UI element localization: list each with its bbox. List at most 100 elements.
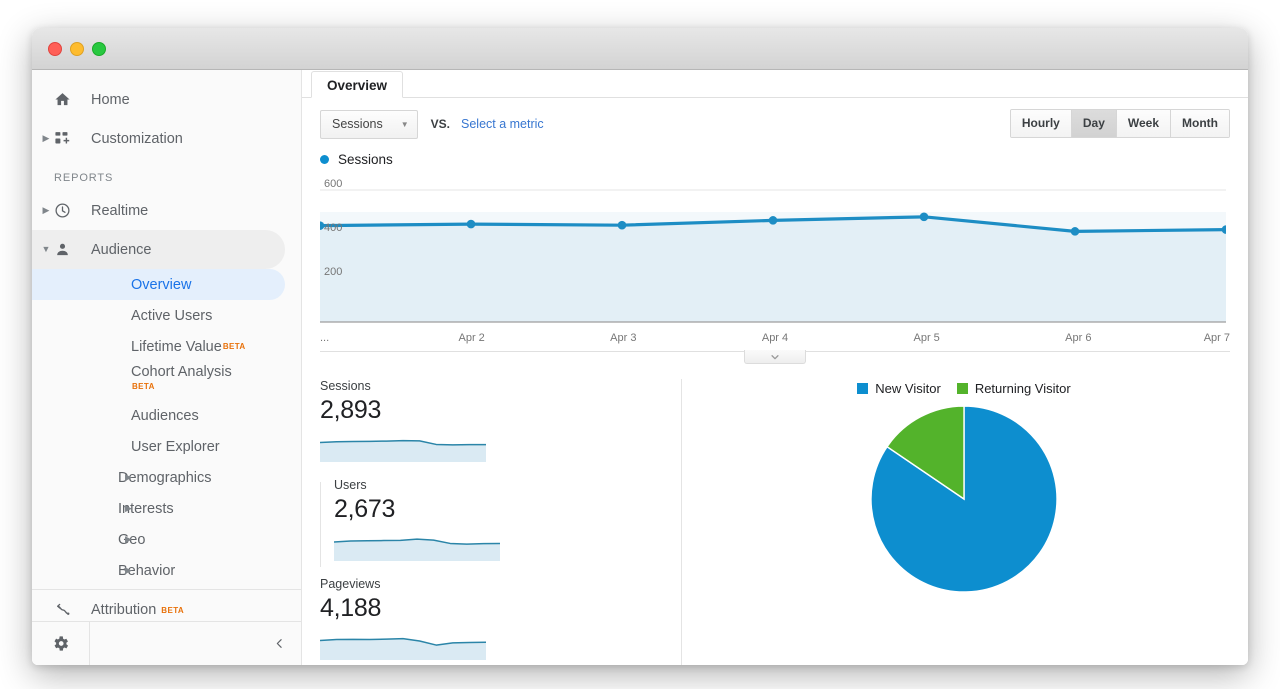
metric-label: Pageviews — [320, 577, 381, 591]
sidebar-item-label: Attribution — [91, 602, 157, 618]
chevron-right-icon: ▶ — [42, 133, 50, 143]
svg-text:400: 400 — [324, 222, 342, 234]
sidebar-item-demographics[interactable]: ▶ Demographics — [32, 462, 301, 493]
tab-strip: Overview — [302, 70, 1248, 98]
chevron-right-icon: ▶ — [125, 472, 132, 482]
sidebar-item-geo[interactable]: ▶ Geo — [32, 524, 301, 555]
vs-label: VS. — [430, 117, 450, 131]
sessions-line-chart-svg: 200 400 600 — [320, 178, 1226, 323]
sidebar-section-reports: REPORTS — [54, 172, 114, 184]
person-icon — [54, 241, 80, 258]
metric-cards-grid: Sessions 2,893 Users 2,673 Pageviews 4,1… — [320, 379, 682, 665]
sidebar-item-label: Audience — [91, 241, 152, 258]
chart-expander-row — [320, 350, 1230, 365]
chevron-right-icon: ▶ — [42, 205, 50, 215]
desktop-background: Home ▶ Customization REPORTS ▶ Realtime … — [0, 0, 1280, 689]
home-icon — [54, 91, 80, 108]
window-titlebar — [32, 28, 1248, 70]
pie-slice-label-returning-visitor: 15.5% — [753, 442, 779, 453]
sidebar-subitem-label: Audiences — [131, 407, 199, 424]
x-axis-tick: Apr 2 — [458, 332, 485, 344]
metric-card-pageviews[interactable]: Pageviews 4,188 — [320, 577, 501, 665]
beta-badge: BETA — [222, 342, 246, 351]
summary-section: Sessions 2,893 Users 2,673 Pageviews 4,1… — [302, 365, 1248, 665]
tab-label: Overview — [327, 78, 388, 93]
metric-label: Users — [334, 478, 367, 492]
sidebar-subitem-label: Demographics — [118, 469, 212, 486]
beta-badge: BETA — [132, 382, 155, 391]
sparkline-users — [334, 528, 500, 561]
chart-expand-button[interactable] — [744, 350, 806, 364]
sidebar-item-interests[interactable]: ▶ Interests — [32, 493, 301, 524]
pie-chart[interactable]: 84.5% 15.5% — [698, 404, 1230, 594]
granularity-day-button[interactable]: Day — [1071, 110, 1117, 137]
sidebar-subitem-label: Cohort Analysis — [131, 364, 232, 380]
legend-color-dot — [320, 155, 329, 164]
attribution-icon — [54, 601, 80, 619]
metric-value: 2,673 — [334, 495, 396, 523]
sidebar-item-label: Realtime — [91, 202, 149, 219]
sidebar-subitem-label: User Explorer — [131, 438, 220, 455]
chevron-right-icon: ▶ — [125, 534, 132, 544]
granularity-hourly-button[interactable]: Hourly — [1010, 110, 1072, 137]
sidebar-item-audience[interactable]: ▼ Audience — [32, 230, 285, 269]
gear-icon[interactable] — [32, 622, 90, 665]
sidebar-item-active-users[interactable]: Active Users — [32, 300, 301, 331]
chevron-down-icon: ▼ — [41, 244, 51, 254]
sidebar-item-customization[interactable]: ▶ Customization — [32, 119, 301, 158]
chart-toolbar: Sessions ▼ VS. Select a metric Hourly Da… — [302, 98, 1248, 150]
sidebar-item-label: Customization — [91, 130, 183, 147]
legend-label: Sessions — [338, 152, 393, 167]
sidebar-item-lifetime-value[interactable]: Lifetime Value BETA — [32, 331, 301, 362]
granularity-week-button[interactable]: Week — [1116, 110, 1172, 137]
metric-value: 2,893 — [320, 396, 382, 424]
sidebar-item-realtime[interactable]: ▶ Realtime — [32, 191, 301, 230]
sessions-line-chart[interactable]: 200 400 600 — [320, 177, 1230, 329]
metric-select[interactable]: Sessions ▼ — [320, 109, 418, 139]
legend-label: New Visitor — [875, 381, 941, 396]
legend-label: Returning Visitor — [974, 381, 1071, 396]
chevron-left-icon[interactable] — [257, 637, 301, 650]
chevron-right-icon: ▶ — [125, 565, 132, 575]
window-controls — [48, 41, 106, 56]
customization-icon — [54, 130, 80, 147]
sparkline-pageviews — [320, 627, 489, 660]
metric-select-value: Sessions — [332, 117, 383, 131]
pie-chart-svg — [870, 405, 1058, 593]
granularity-month-button[interactable]: Month — [1171, 110, 1229, 137]
legend-color-swatch — [956, 383, 968, 394]
sparkline-sessions — [320, 429, 489, 462]
metric-card-sessions[interactable]: Sessions 2,893 — [320, 379, 501, 478]
minimize-button[interactable] — [70, 41, 84, 56]
x-axis-tick: ... — [320, 332, 330, 344]
select-a-metric-link[interactable]: Select a metric — [461, 117, 544, 131]
sidebar: Home ▶ Customization REPORTS ▶ Realtime … — [32, 70, 302, 665]
sidebar-item-cohort-analysis[interactable]: Cohort Analysis BETA — [32, 362, 301, 400]
sidebar-subitem-label: Overview — [131, 276, 192, 293]
x-axis-tick: Apr 3 — [610, 332, 637, 344]
sidebar-item-attribution[interactable]: Attribution BETA — [32, 590, 301, 621]
sidebar-item-audiences[interactable]: Audiences — [32, 400, 301, 431]
sidebar-item-overview[interactable]: Overview — [32, 269, 285, 300]
pie-legend-item-new-visitor[interactable]: New Visitor — [857, 381, 941, 396]
maximize-button[interactable] — [92, 41, 106, 56]
window-body: Home ▶ Customization REPORTS ▶ Realtime … — [32, 70, 1248, 665]
browser-window: Home ▶ Customization REPORTS ▶ Realtime … — [32, 28, 1248, 665]
sidebar-item-behavior[interactable]: ▶ Behavior — [32, 555, 301, 586]
clock-icon — [54, 202, 80, 219]
sidebar-item-user-explorer[interactable]: User Explorer — [32, 431, 301, 462]
new-vs-returning-panel: New Visitor Returning Visitor 84.5% 15.5… — [682, 379, 1230, 665]
line-chart-legend: Sessions — [302, 152, 1248, 167]
metric-card-users[interactable]: Users 2,673 — [320, 478, 501, 577]
close-button[interactable] — [48, 41, 62, 56]
chevron-down-icon: ▼ — [400, 119, 409, 129]
sidebar-footer — [32, 621, 301, 665]
svg-text:600: 600 — [324, 178, 342, 190]
pie-legend-item-returning-visitor[interactable]: Returning Visitor — [956, 381, 1071, 396]
metric-label: Sessions — [320, 379, 371, 393]
line-chart-x-axis: ... Apr 2 Apr 3 Apr 4 Apr 5 Apr 6 Apr 7 — [320, 329, 1230, 351]
sidebar-item-home[interactable]: Home — [32, 80, 301, 119]
tab-overview[interactable]: Overview — [311, 71, 404, 98]
main-content: Overview Sessions ▼ VS. Select a metric … — [302, 70, 1248, 665]
metric-value: 4,188 — [320, 594, 382, 622]
